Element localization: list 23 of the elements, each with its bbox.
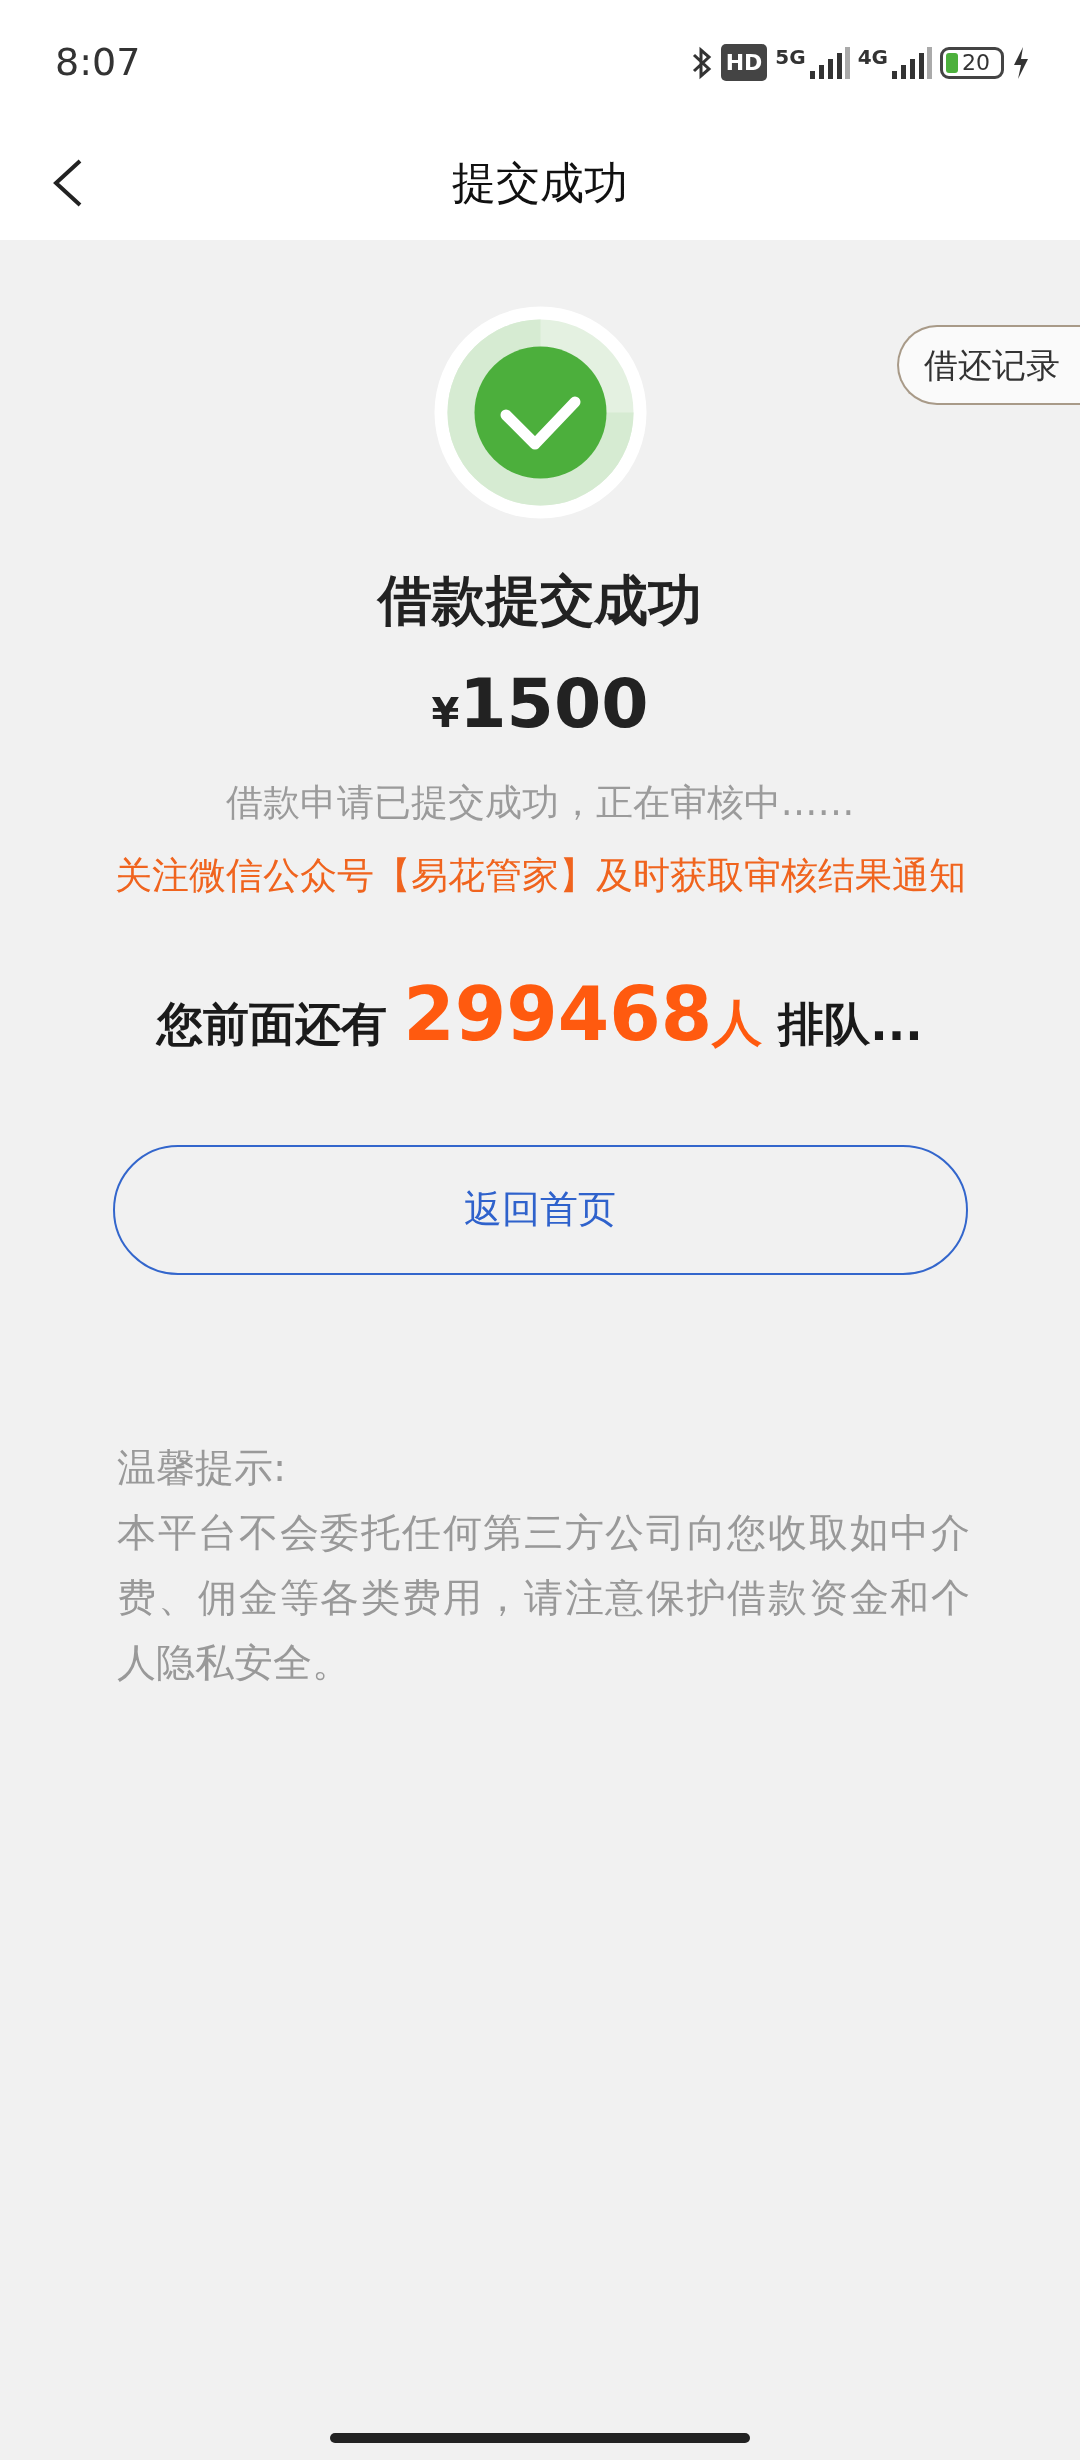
hd-badge: HD <box>720 44 768 81</box>
queue-unit: 人 <box>712 992 763 1054</box>
network-label: 5G <box>775 46 806 67</box>
status-message: 借款申请已提交成功，正在审核中…… <box>225 779 855 826</box>
signal-icon <box>892 46 932 79</box>
battery-charge-icon <box>946 52 958 73</box>
page-title: 提交成功 <box>452 155 628 210</box>
queue-label: 您前面还有 <box>157 995 388 1053</box>
tips-title: 温馨提示: <box>117 1443 288 1492</box>
queue-label: 排队... <box>778 995 923 1053</box>
home-button[interactable]: 返回首页 <box>112 1144 968 1275</box>
network-label: 4G <box>857 46 888 67</box>
wechat-notice: 关注微信公众号【易花管家】及时获取审核结果通知 <box>114 853 966 900</box>
charging-icon <box>1012 46 1030 79</box>
signal-icon <box>809 46 850 79</box>
battery-level: 20 <box>961 49 990 76</box>
status-time: 8:07 <box>55 39 141 86</box>
loan-amount: 1500 <box>459 663 649 745</box>
tips-text: 本平台不会委托任何第三方公司向您收取如中介费、佣金等各类费用，请注意保护借款资金和个人隐私安全。 <box>117 1508 970 1687</box>
result-title: 借款提交成功 <box>378 568 702 634</box>
success-check-icon <box>432 305 648 520</box>
currency-symbol: ¥ <box>431 689 460 737</box>
records-button[interactable]: 借还记录 <box>897 325 1080 405</box>
